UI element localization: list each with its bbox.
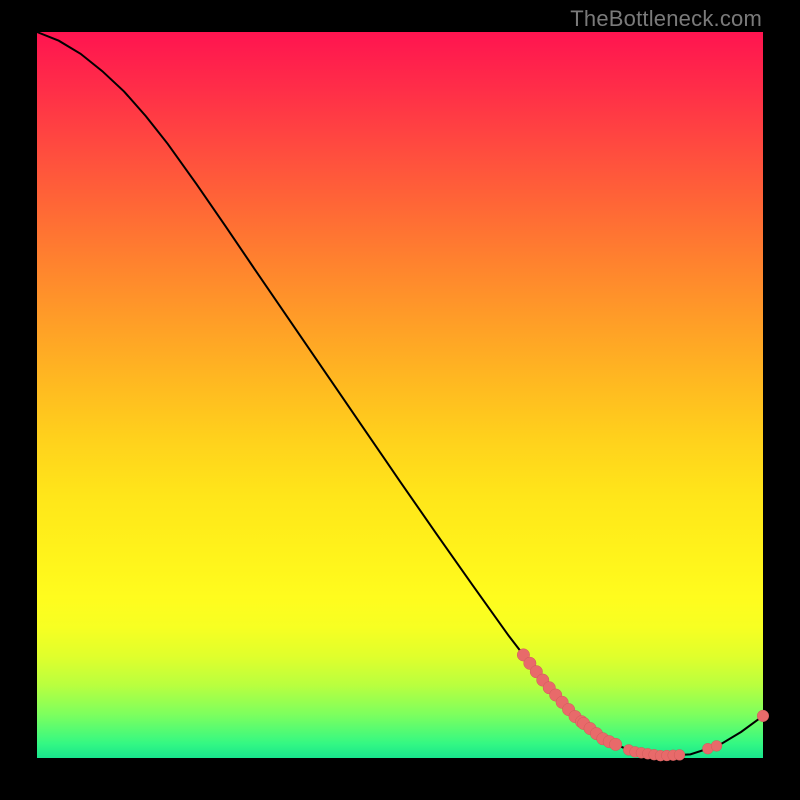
data-point	[674, 750, 685, 761]
chart-frame: TheBottleneck.com	[0, 0, 800, 800]
data-point	[757, 710, 769, 722]
data-point	[711, 740, 722, 751]
data-point	[609, 738, 621, 750]
watermark: TheBottleneck.com	[570, 6, 762, 32]
plot-area	[37, 32, 763, 758]
curve-line	[37, 32, 763, 756]
chart-svg	[37, 32, 763, 758]
